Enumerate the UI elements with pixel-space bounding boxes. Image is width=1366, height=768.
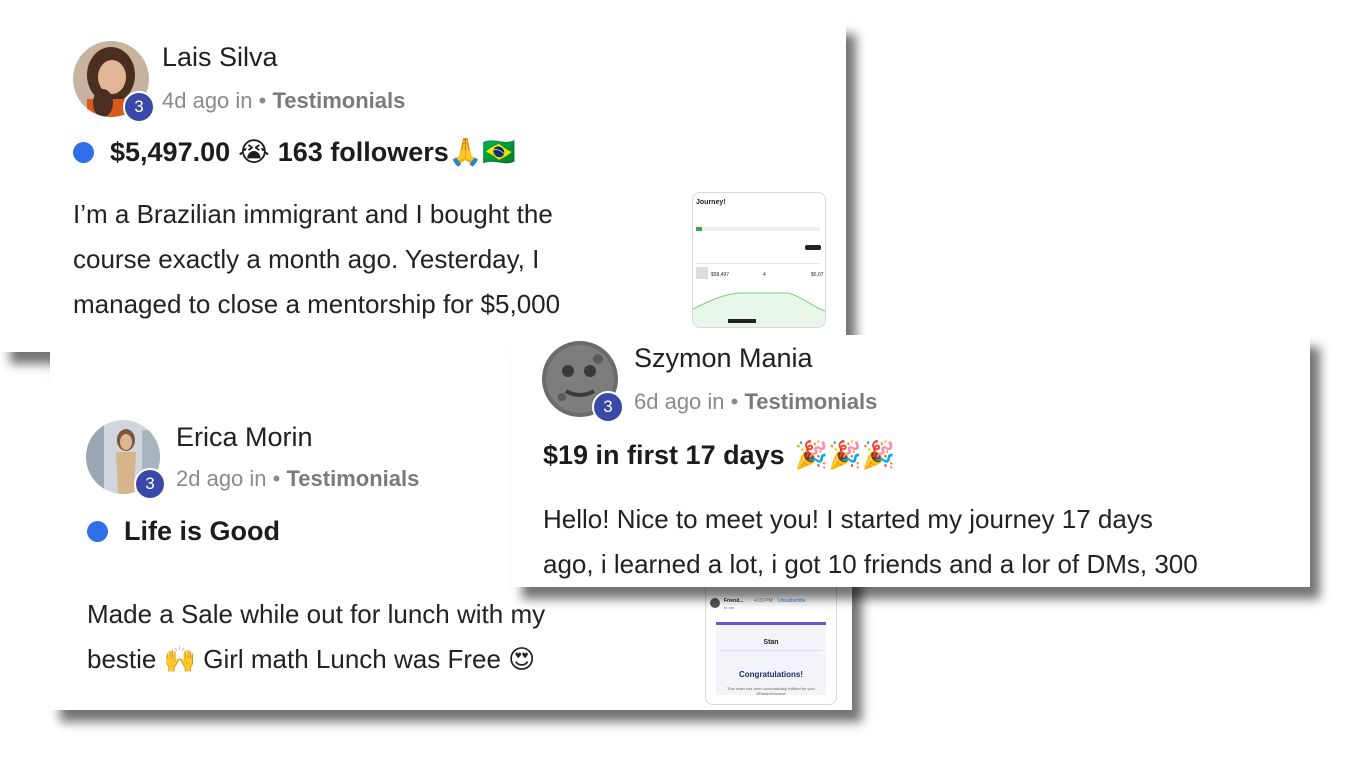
avatar[interactable]: 3 <box>73 41 155 123</box>
praying-hands-flag-icon: 🙏🇧🇷 <box>448 137 517 168</box>
post-card-szymon-mania[interactable]: 3 Szymon Mania 6d ago in • Testimonials … <box>512 335 1310 587</box>
post-body-text-a: bestie <box>87 644 157 674</box>
unread-dot-icon <box>73 141 94 163</box>
post-title[interactable]: $5,497.00 😭 163 followers 🙏🇧🇷 <box>73 136 516 168</box>
thumb-unsubscribe: Unsubscribe <box>778 598 806 604</box>
post-time: 4d ago in <box>162 88 253 113</box>
thumb-heading: Congratulations! <box>739 670 803 679</box>
post-title-amount: $5,497.00 <box>110 136 231 167</box>
post-time: 6d ago in <box>634 389 725 414</box>
thumb-value-2: 4 <box>763 272 766 278</box>
separator-dot: • <box>730 389 745 414</box>
avatar[interactable]: 3 <box>542 341 624 423</box>
category-link[interactable]: Testimonials <box>744 389 877 414</box>
unread-dot-icon <box>87 521 108 542</box>
category-link[interactable]: Testimonials <box>286 466 419 491</box>
post-body-line-1: Made a Sale while out for lunch with my <box>87 599 546 629</box>
avatar[interactable]: 3 <box>86 420 166 500</box>
post-card-lais-silva[interactable]: 3 Lais Silva 4d ago in • Testimonials $5… <box>0 22 846 352</box>
thumb-note: This order has been automatically fulfil… <box>726 686 816 696</box>
post-body-text-b: Girl math Lunch was Free <box>203 644 501 674</box>
thumb-time: 4:03 PM <box>754 598 773 604</box>
post-title-rest: 163 followers <box>277 136 449 167</box>
author-name[interactable]: Lais Silva <box>162 42 278 73</box>
post-meta: 6d ago in • Testimonials <box>634 389 877 415</box>
post-body-line-2: bestie 🙌 Girl math Lunch was Free 😍 <box>87 637 707 683</box>
post-body: I’m a Brazilian immigrant and I bought t… <box>73 199 561 319</box>
thumb-to: to me <box>724 605 735 610</box>
post-title-text: $19 in first 17 days <box>543 439 785 470</box>
post-title[interactable]: Life is Good <box>87 516 280 547</box>
author-name[interactable]: Erica Morin <box>176 422 313 453</box>
party-popper-icon: 🎉🎉🎉 <box>794 440 896 471</box>
raising-hands-icon: 🙌 <box>163 645 196 675</box>
thumb-sender: Friend... <box>724 598 744 604</box>
post-meta: 4d ago in • Testimonials <box>162 88 405 114</box>
post-body: Made a Sale while out for lunch with my … <box>87 592 707 683</box>
post-title[interactable]: $19 in first 17 days 🎉🎉🎉 <box>543 439 896 472</box>
level-badge: 3 <box>134 468 166 500</box>
post-meta: 2d ago in • Testimonials <box>176 466 419 492</box>
crying-face-icon: 😭 <box>238 136 270 168</box>
category-link[interactable]: Testimonials <box>272 88 405 113</box>
level-badge: 3 <box>123 91 155 123</box>
thumb-value-1: $58,497 <box>711 272 730 278</box>
heart-eyes-icon: 😍 <box>508 645 536 675</box>
author-name[interactable]: Szymon Mania <box>634 343 813 374</box>
separator-dot: • <box>258 88 273 113</box>
thumb-brand: Stan <box>763 639 779 646</box>
post-attachment-thumbnail[interactable]: Journey! $58,497 4 $5,07 <box>692 192 826 328</box>
thumb-title: Journey! <box>696 199 726 206</box>
post-title-text: Life is Good <box>124 516 281 546</box>
level-badge: 3 <box>592 391 624 423</box>
post-body: Hello! Nice to meet you! I started my jo… <box>543 504 1198 579</box>
post-attachment-thumbnail[interactable]: Friend... 4:03 PM Unsubscribe to me Stan… <box>705 586 837 705</box>
post-time: 2d ago in <box>176 466 267 491</box>
separator-dot: • <box>272 466 287 491</box>
thumb-value-3: $5,07 <box>811 272 824 278</box>
